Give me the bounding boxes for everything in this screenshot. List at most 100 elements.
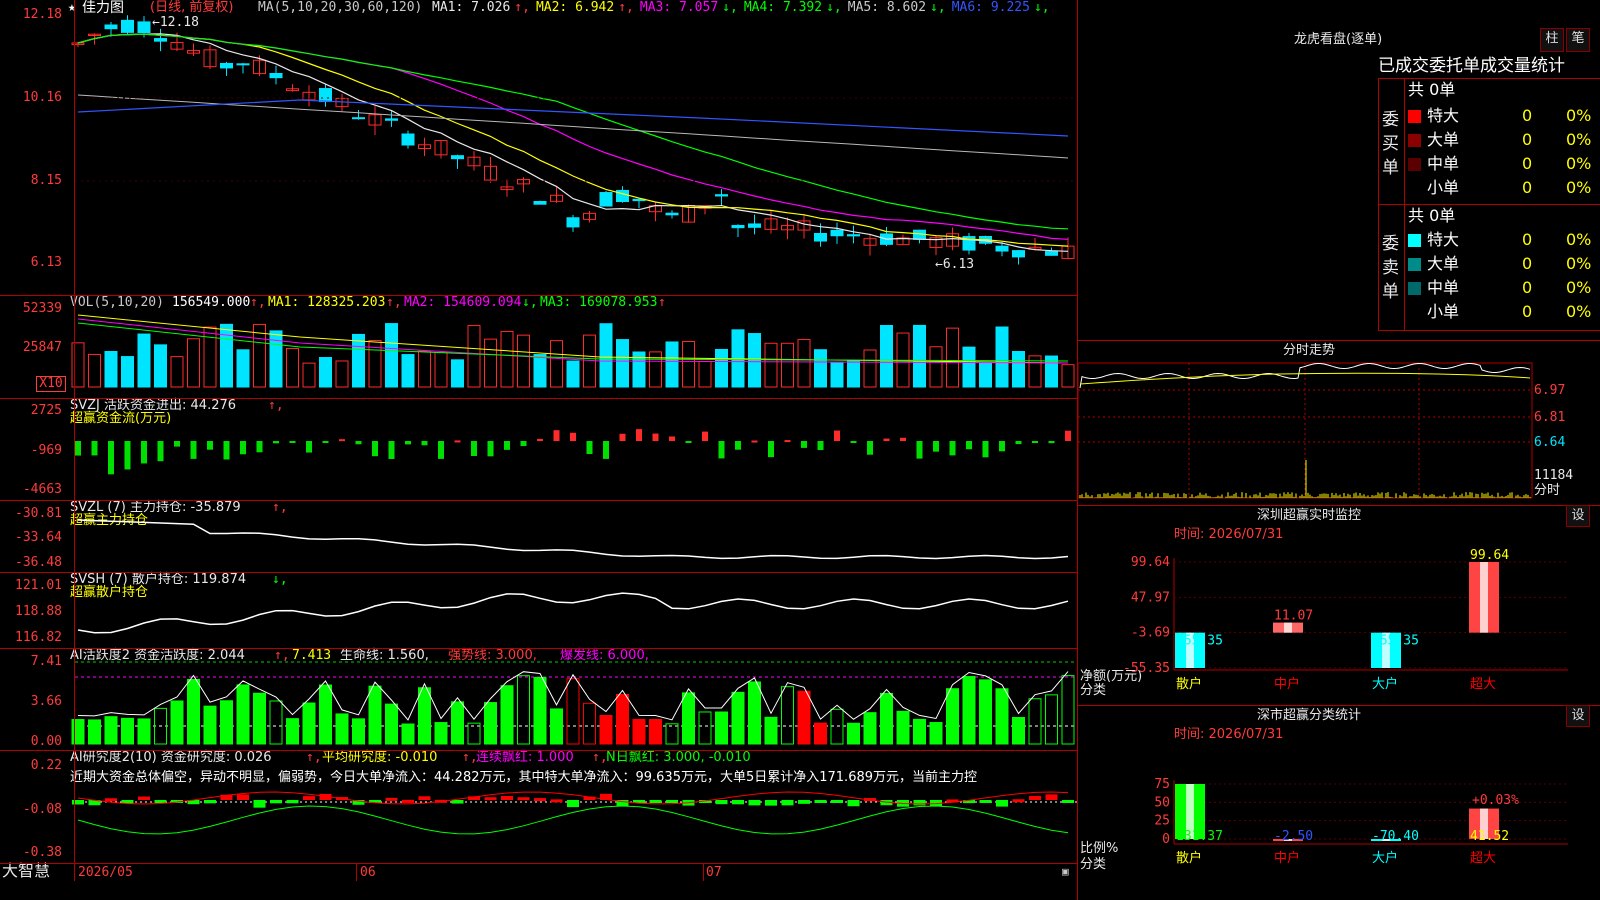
intraday-panel[interactable]: 分时走势 6.97 6.81 6.64 11184 分时 — [1078, 340, 1600, 505]
activity-bar — [781, 686, 794, 745]
activity-bar — [830, 708, 844, 745]
volume-bar — [764, 342, 778, 388]
volume-bar — [467, 325, 481, 388]
order-row: 中单 0 0% — [1408, 276, 1600, 300]
svzj-chart[interactable] — [0, 398, 1078, 500]
activity-bar — [583, 702, 596, 745]
y-tick: 25847 — [22, 340, 62, 355]
order-category: 特大 — [1427, 230, 1460, 249]
fund-flow-bar — [223, 441, 230, 460]
y-tick: 52339 — [22, 301, 62, 316]
fund-flow-bar — [190, 441, 197, 459]
realtime-monitor-panel[interactable]: 深圳超赢实时监控 设 时间: 2026/07/31 99.64 47.97 -3.6… — [1078, 505, 1600, 705]
volume-bar — [517, 334, 530, 388]
activity-bar — [863, 712, 877, 745]
fund-flow-bar — [850, 441, 857, 443]
monitor-bar-chart[interactable]: 99.6447.97-3.69-55.35-55.35散户11.07中户-55.… — [1078, 505, 1600, 705]
svzl-chart[interactable] — [0, 500, 1078, 572]
activity-bar — [1061, 675, 1075, 745]
classify-bar-chart[interactable]: 75 50 25 0 131.37 散户 -2.50 中户 -70.40 大户 41.52 超大 +0.… — [1078, 705, 1600, 900]
research-bar — [385, 797, 398, 801]
volume-bar — [913, 324, 926, 388]
fund-flow-bar — [289, 441, 296, 443]
research-bar — [303, 796, 315, 800]
activity-bar — [385, 703, 398, 745]
research-bar — [567, 800, 579, 808]
activity-bar — [847, 722, 860, 745]
lock-icon[interactable]: ▣ — [1062, 864, 1069, 880]
volume-bar — [616, 339, 629, 388]
y-tick: 0.00 — [30, 734, 62, 749]
activity-bar — [913, 718, 926, 745]
ai-research-panel[interactable]: AI研究度2(10) 资金研究度: 0.026 ↑, 平均研究度: -0.010… — [0, 750, 1078, 863]
price-candlestick-chart[interactable]: ←12.18 ←6.13 — [0, 0, 1078, 295]
research-bar — [765, 800, 777, 806]
order-category: 中单 — [1427, 154, 1460, 173]
activity-bar — [665, 723, 679, 745]
candle-body — [715, 194, 728, 197]
svsh-panel[interactable]: SVSH (7) 散户持仓: 119.874 ↓, 超赢散户持仓 — [0, 572, 1078, 648]
chart-category-label: 超大 — [1470, 851, 1496, 866]
activity-bar — [286, 718, 299, 745]
y-tick: 116.82 — [15, 630, 62, 645]
order-button[interactable]: 笔 — [1566, 28, 1590, 52]
vol-panel[interactable]: VOL(5,10,20) 156549.000 ↑, MA1: 128325.2… — [0, 295, 1078, 398]
research-bar — [666, 800, 678, 803]
panel-divider — [0, 295, 1078, 296]
main-chart-panel[interactable]: ★ 佳力图 (日线, 前复权) MA(5,10,20,30,60,120) MA… — [0, 0, 1078, 295]
volume-bar — [236, 349, 250, 388]
fund-flow-bar — [91, 441, 98, 456]
fund-flow-bar — [471, 441, 477, 457]
classify-bar-note: +0.03% — [1472, 793, 1519, 808]
svzj-panel[interactable]: SVZJ 活跃资金进出: 44.276 ↑, 超赢资金流(万元) — [0, 398, 1078, 500]
ai-research-chart[interactable] — [0, 750, 1078, 863]
fund-flow-bar — [339, 439, 345, 442]
activity-bar — [698, 711, 712, 745]
activity-bar — [451, 701, 464, 745]
y-tick: 118.88 — [15, 604, 62, 619]
volume-bar — [566, 360, 580, 388]
fund-flow-bar — [207, 441, 213, 450]
order-percent: 0% — [1566, 278, 1592, 297]
intraday-unit: 分时 — [1534, 483, 1561, 498]
order-percent: 0% — [1566, 154, 1592, 173]
order-row: 小单 0 0% — [1408, 176, 1600, 200]
fund-flow-bar — [751, 440, 758, 443]
activity-bar — [220, 700, 233, 745]
activity-bar — [253, 692, 266, 745]
research-bar — [913, 800, 926, 806]
candle-body — [830, 229, 844, 237]
bar-button[interactable]: 柱 — [1540, 28, 1564, 52]
chart-category-label: 中户 — [1274, 676, 1300, 692]
activity-bar — [814, 722, 827, 745]
fund-flow-bar — [438, 441, 444, 459]
fund-flow-bar — [801, 441, 807, 448]
research-bar — [154, 800, 167, 803]
monitor-xlabel: 分类 — [1080, 683, 1107, 698]
ai-active-panel[interactable]: AI活跃度2 资金活跃度: 2.044 ↑, 7.413 生命线: 1.560,… — [0, 648, 1078, 750]
volume-bar — [682, 340, 695, 388]
volume-chart[interactable] — [0, 295, 1078, 398]
activity-bar — [649, 718, 662, 745]
svsh-chart[interactable] — [0, 572, 1078, 648]
order-count: 0 — [1522, 254, 1533, 273]
activity-bar — [484, 702, 497, 745]
candle-body — [748, 223, 761, 228]
chart-category-label: 中户 — [1274, 850, 1300, 866]
activity-bar — [797, 690, 811, 745]
chart-y-tick: 25 — [1154, 814, 1170, 829]
chart-value-label: -70.40 — [1372, 829, 1419, 844]
svzl-panel[interactable]: SVZL (7) 主力持仓: -35.879 ↑, 超赢主力持仓 — [0, 500, 1078, 572]
research-bar — [237, 794, 249, 800]
classify-panel[interactable]: 深市超赢分类统计 设 时间: 2026/07/31 75 50 25 0 131.37 散… — [1078, 705, 1600, 900]
y-tick: -30.81 — [15, 506, 62, 521]
ma6-line — [77, 99, 1069, 137]
chart-value-label: -55.35 — [1176, 634, 1223, 649]
intraday-chart[interactable] — [1078, 340, 1600, 505]
activity-bar — [979, 679, 992, 745]
intraday-tick: 6.97 — [1534, 383, 1566, 398]
volume-bar — [385, 323, 398, 388]
fund-flow-bar — [867, 441, 873, 455]
volume-bar — [319, 357, 332, 388]
ai-active-chart[interactable] — [0, 648, 1078, 750]
